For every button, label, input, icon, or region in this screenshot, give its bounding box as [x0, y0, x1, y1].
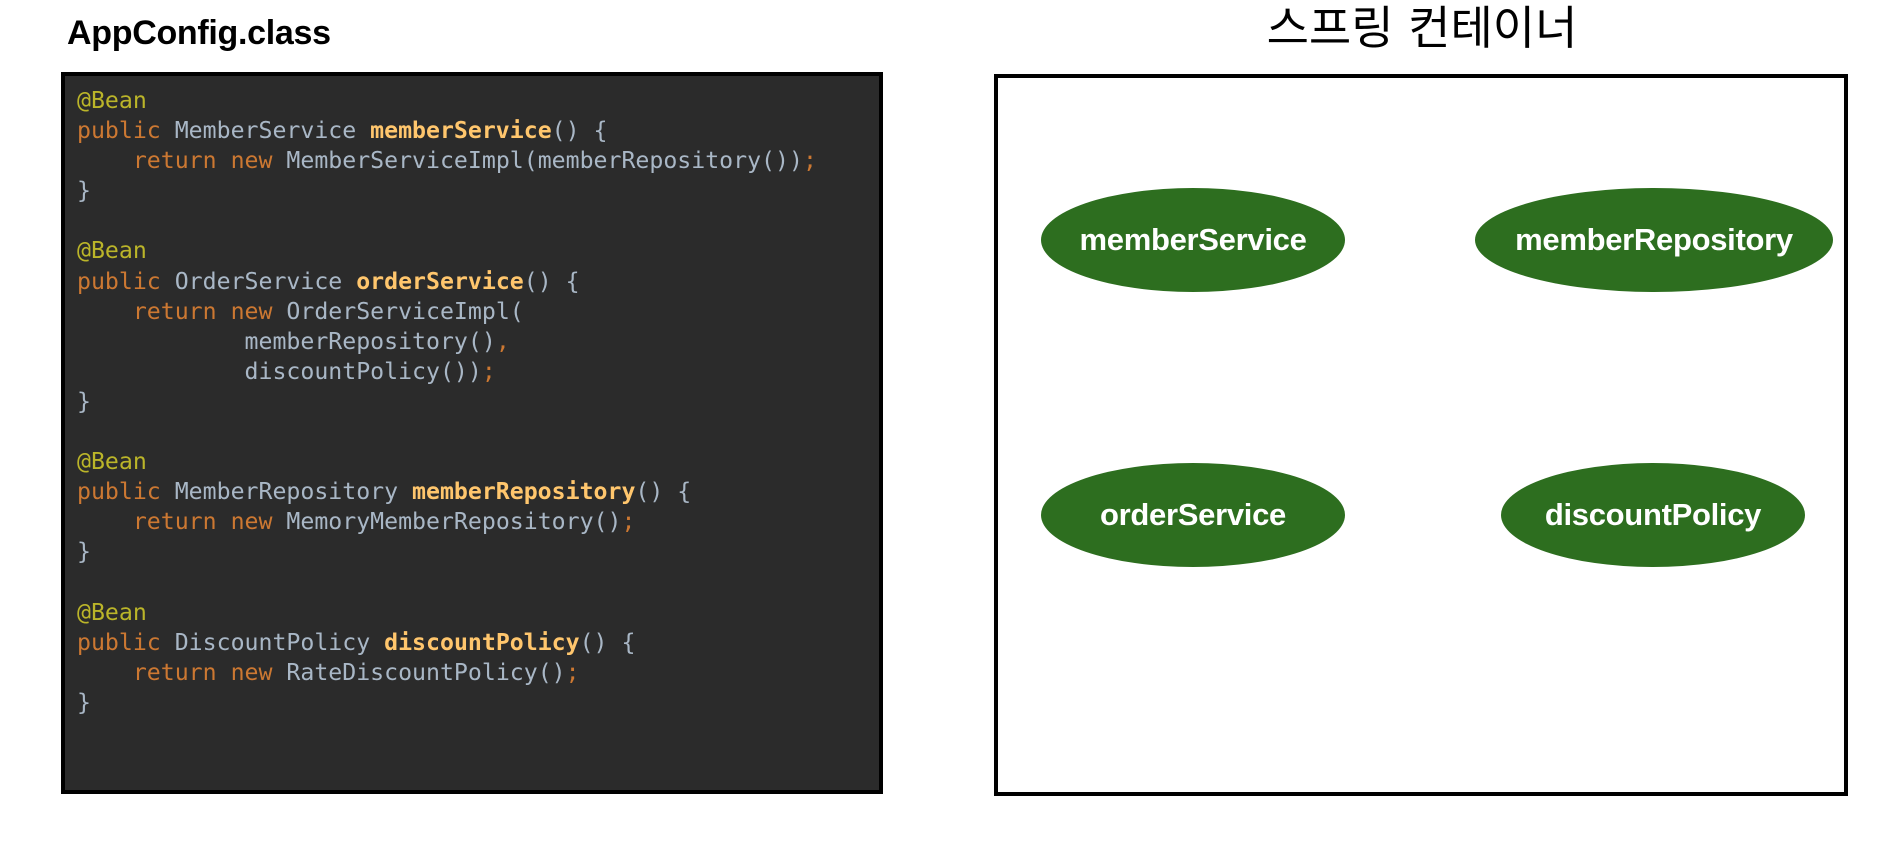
code-close-brace: }	[77, 176, 879, 206]
close-brace: }	[77, 387, 91, 415]
return-keyword: return new	[132, 508, 273, 536]
bean-annotation: @Bean	[77, 598, 147, 626]
code-body-line: return new MemoryMemberRepository();	[77, 507, 879, 537]
access-modifier: public	[77, 117, 161, 145]
code-annotation-line: @Bean	[77, 447, 879, 477]
code-close-brace: }	[77, 537, 879, 567]
code-body-line: memberRepository(),	[77, 327, 879, 357]
code-method-signature: public MemberRepository memberRepository…	[77, 477, 879, 507]
access-modifier: public	[77, 478, 161, 506]
access-modifier: public	[77, 267, 161, 295]
bean-label: memberService	[1079, 222, 1307, 257]
code-method-signature: public DiscountPolicy discountPolicy() {	[77, 628, 879, 658]
code-annotation-line: @Bean	[77, 236, 879, 266]
expression: OrderServiceImpl(	[272, 297, 524, 325]
bean-member-service: memberService	[1041, 188, 1345, 292]
signature-tail: () {	[523, 267, 580, 295]
code-annotation-line: @Bean	[77, 86, 879, 116]
return-type: OrderService	[160, 267, 357, 295]
signature-tail: () {	[551, 117, 608, 145]
signature-tail: () {	[635, 478, 692, 506]
return-keyword: return new	[132, 658, 273, 686]
bean-order-service: orderService	[1041, 463, 1345, 567]
close-brace: }	[77, 538, 91, 566]
expression: RateDiscountPolicy()	[272, 658, 566, 686]
method-name: memberService	[370, 117, 552, 145]
expression: discountPolicy())	[244, 357, 482, 385]
bean-annotation: @Bean	[77, 237, 147, 265]
expression: MemberServiceImpl(memberRepository())	[272, 147, 803, 175]
code-panel: @Bean public MemberService memberService(…	[61, 72, 883, 794]
return-type: DiscountPolicy	[160, 628, 385, 656]
terminator: ;	[621, 508, 636, 536]
method-name: memberRepository	[412, 478, 636, 506]
return-type: MemberRepository	[160, 478, 413, 506]
close-brace: }	[77, 688, 91, 716]
method-name: orderService	[356, 267, 524, 295]
spring-container-box: memberService memberRepository orderServ…	[994, 74, 1848, 796]
return-keyword: return new	[132, 297, 273, 325]
bean-discount-policy: discountPolicy	[1501, 463, 1805, 567]
code-body-line: return new MemberServiceImpl(memberRepos…	[77, 146, 879, 176]
expression: MemoryMemberRepository()	[272, 508, 622, 536]
code-method-signature: public MemberService memberService() {	[77, 116, 879, 146]
terminator: ,	[495, 327, 510, 355]
code-body-line: return new OrderServiceImpl(	[77, 297, 879, 327]
return-keyword: return new	[132, 147, 273, 175]
access-modifier: public	[77, 628, 161, 656]
bean-label: memberRepository	[1515, 222, 1793, 257]
code-title: AppConfig.class	[67, 14, 331, 52]
bean-label: orderService	[1100, 497, 1286, 532]
expression: memberRepository()	[244, 327, 496, 355]
return-type: MemberService	[160, 117, 371, 145]
terminator: ;	[481, 357, 496, 385]
code-close-brace: }	[77, 688, 879, 718]
close-brace: }	[77, 177, 91, 205]
code-body-line: return new RateDiscountPolicy();	[77, 658, 879, 688]
bean-label: discountPolicy	[1544, 497, 1762, 532]
bean-member-repository: memberRepository	[1475, 188, 1833, 292]
method-name: discountPolicy	[384, 628, 580, 656]
terminator: ;	[802, 147, 817, 175]
bean-annotation: @Bean	[77, 87, 147, 114]
terminator: ;	[565, 658, 580, 686]
code-close-brace: }	[77, 387, 879, 417]
bean-annotation: @Bean	[77, 448, 147, 476]
code-body-line: discountPolicy());	[77, 357, 879, 387]
container-title: 스프링 컨테이너	[1266, 1, 1578, 55]
code-method-signature: public OrderService orderService() {	[77, 267, 879, 297]
signature-tail: () {	[579, 628, 636, 656]
code-annotation-line: @Bean	[77, 598, 879, 628]
